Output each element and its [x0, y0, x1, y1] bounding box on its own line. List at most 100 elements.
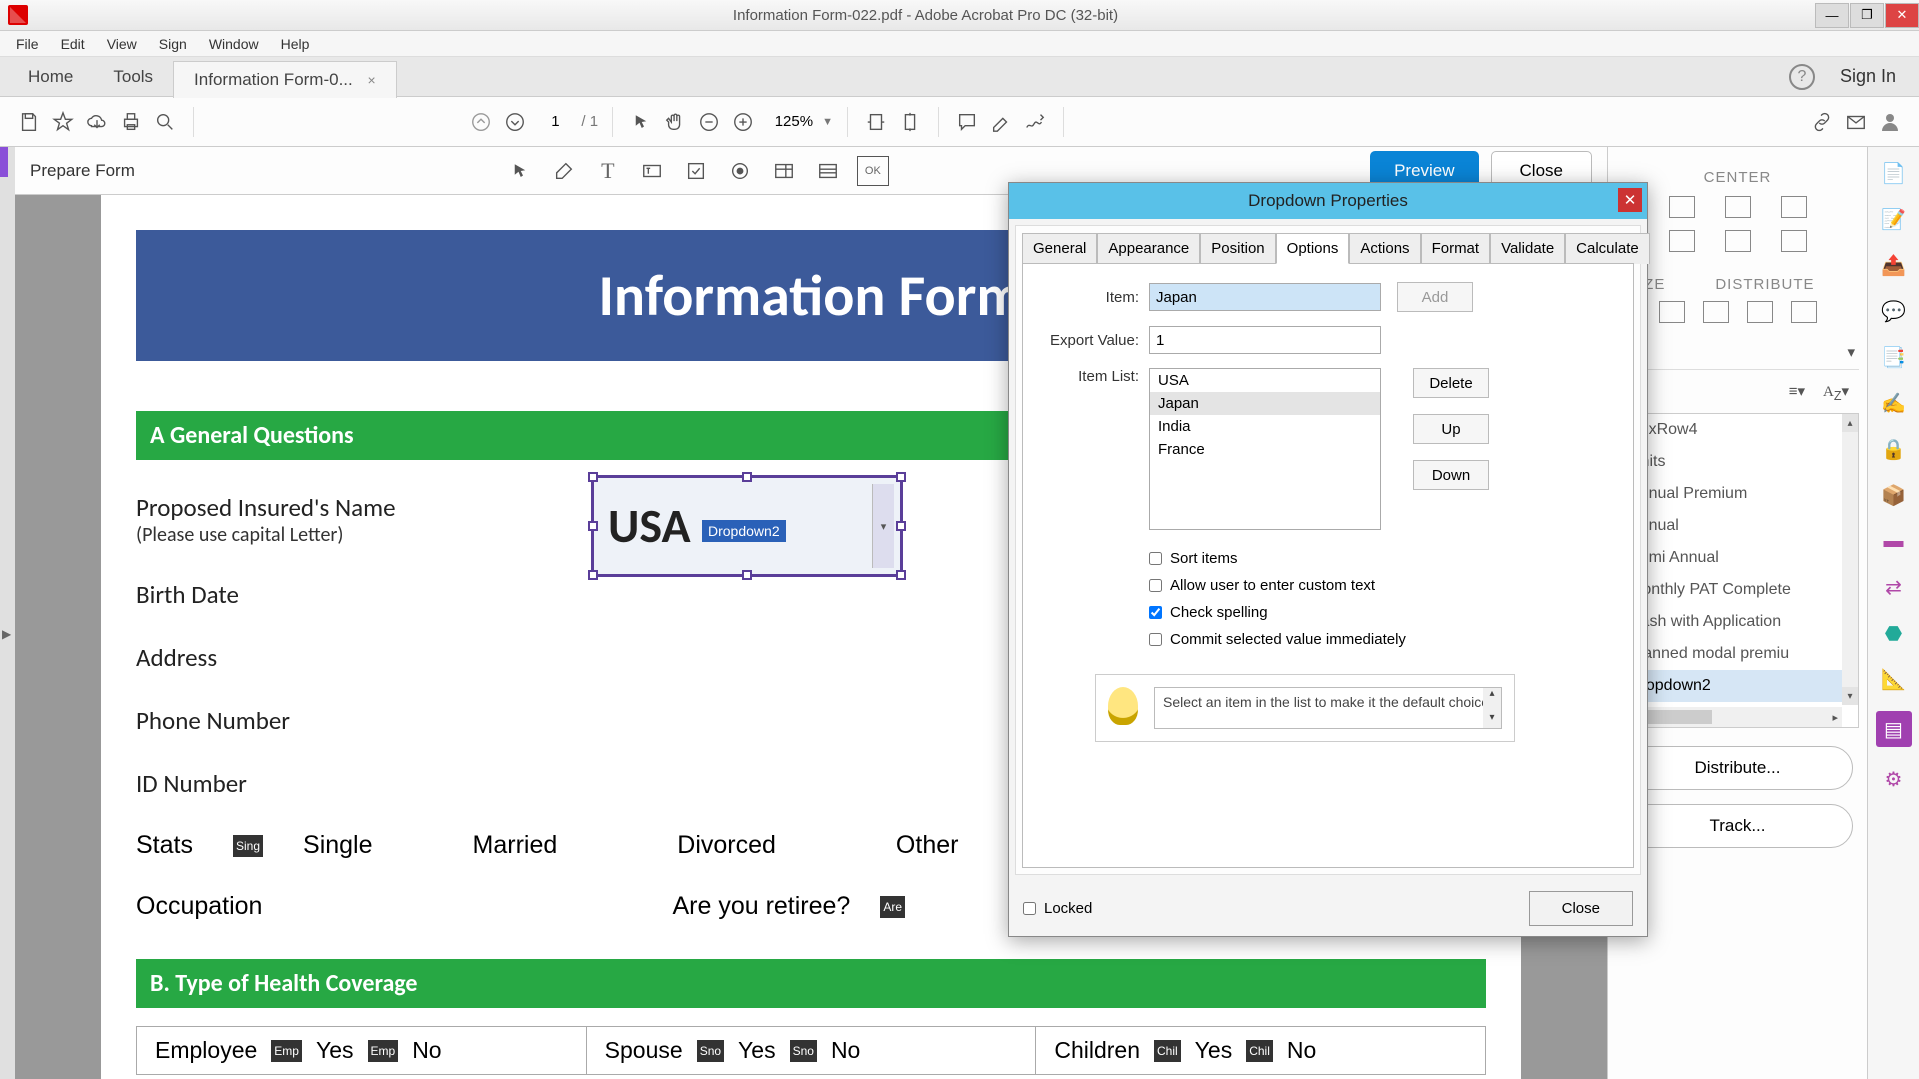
field-item[interactable]: Annual Premium — [1617, 478, 1858, 510]
expand-left-icon[interactable]: ▶ — [2, 627, 11, 641]
sort-items-checkbox[interactable]: Sort items — [1149, 550, 1619, 567]
tool-compress-icon[interactable]: 📦 — [1880, 481, 1908, 509]
check-spelling-checkbox[interactable]: Check spelling — [1149, 604, 1619, 621]
page-number-input[interactable] — [535, 113, 575, 130]
dialog-title-bar[interactable]: Dropdown Properties ✕ — [1009, 183, 1647, 219]
field-item[interactable]: SexRow4 — [1617, 414, 1858, 446]
save-icon[interactable] — [15, 108, 43, 136]
resize-handle[interactable] — [588, 570, 598, 580]
comment-icon[interactable] — [953, 108, 981, 136]
export-value-input[interactable] — [1149, 326, 1381, 354]
menu-help[interactable]: Help — [271, 33, 320, 55]
selected-dropdown-field[interactable]: USA Dropdown2 ▾ — [591, 475, 903, 577]
link-icon[interactable] — [1808, 108, 1836, 136]
more-dropdown[interactable]: re ▾ — [1616, 335, 1859, 370]
field-dropdown-arrow-icon[interactable]: ▾ — [872, 484, 894, 568]
item-list[interactable]: USA Japan India France — [1149, 368, 1381, 530]
fit-page-icon[interactable] — [896, 108, 924, 136]
tool-create-pdf-icon[interactable]: 📄 — [1880, 159, 1908, 187]
tab-close-icon[interactable]: × — [368, 72, 376, 88]
hscroll-right-icon[interactable]: ▸ — [1828, 711, 1842, 724]
tab-tools[interactable]: Tools — [93, 59, 173, 95]
sort-menu-icon[interactable]: ≡▾ — [1789, 382, 1805, 403]
field-item[interactable]: Planned modal premiu — [1617, 638, 1858, 670]
menu-file[interactable]: File — [6, 33, 49, 55]
text-field-icon[interactable]: T — [593, 156, 623, 186]
dist-icon-2[interactable] — [1791, 301, 1817, 323]
resize-handle[interactable] — [588, 521, 598, 531]
resize-handle[interactable] — [742, 472, 752, 482]
resize-handle[interactable] — [588, 472, 598, 482]
search-icon[interactable] — [151, 108, 179, 136]
align-icon-2[interactable] — [1725, 196, 1751, 218]
tool-measure-icon[interactable]: 📐 — [1880, 665, 1908, 693]
field-badge-are[interactable]: Are — [880, 896, 905, 918]
field-badge-sp1[interactable]: Sno — [697, 1040, 724, 1062]
zoom-out-icon[interactable] — [695, 108, 723, 136]
print-icon[interactable] — [117, 108, 145, 136]
field-item[interactable]: Annual — [1617, 510, 1858, 542]
locked-checkbox[interactable]: Locked — [1023, 900, 1092, 917]
field-badge-ch2[interactable]: Chil — [1246, 1040, 1273, 1062]
tool-compare-icon[interactable]: ⇄ — [1880, 573, 1908, 601]
zoom-in-icon[interactable] — [729, 108, 757, 136]
down-button[interactable]: Down — [1413, 460, 1489, 490]
fields-vscrollbar[interactable]: ▴ ▾ — [1842, 414, 1858, 705]
dialog-close-icon[interactable]: ✕ — [1618, 188, 1642, 212]
list-item[interactable]: USA — [1150, 369, 1380, 392]
field-item[interactable]: Semi Annual — [1617, 542, 1858, 574]
minimize-button[interactable]: — — [1815, 3, 1849, 28]
hscroll-thumb[interactable] — [1637, 710, 1712, 724]
delete-button[interactable]: Delete — [1413, 368, 1489, 398]
left-nav-strip[interactable]: ▶ — [0, 147, 15, 1079]
checkbox-field-icon[interactable] — [681, 156, 711, 186]
tab-home[interactable]: Home — [8, 59, 93, 95]
edit-tool-icon[interactable] — [549, 156, 579, 186]
menu-window[interactable]: Window — [199, 33, 269, 55]
tool-edit-pdf-icon[interactable]: 📝 — [1880, 205, 1908, 233]
tool-redact-icon[interactable]: ▬ — [1880, 527, 1908, 555]
up-button[interactable]: Up — [1413, 414, 1489, 444]
maximize-button[interactable]: ❐ — [1850, 3, 1884, 28]
sort-az-icon[interactable]: AZ▾ — [1823, 382, 1849, 403]
item-input[interactable] — [1149, 283, 1381, 311]
commit-immediately-checkbox[interactable]: Commit selected value immediately — [1149, 631, 1619, 648]
sign-in-link[interactable]: Sign In — [1840, 66, 1896, 87]
help-icon[interactable]: ? — [1789, 64, 1815, 90]
tab-format[interactable]: Format — [1421, 233, 1491, 264]
align-icon-3[interactable] — [1781, 196, 1807, 218]
track-button[interactable]: Track... — [1623, 804, 1853, 848]
field-badge-ch1[interactable]: Chil — [1154, 1040, 1181, 1062]
list-item[interactable]: France — [1150, 438, 1380, 461]
align-icon-6[interactable] — [1781, 230, 1807, 252]
hint-scroll-down-icon[interactable]: ▾ — [1483, 712, 1501, 728]
button-field-icon[interactable]: OK — [857, 156, 889, 186]
tab-calculate[interactable]: Calculate — [1565, 233, 1650, 264]
size-icon-2[interactable] — [1703, 301, 1729, 323]
field-badge-sing[interactable]: Sing — [233, 835, 263, 857]
page-down-icon[interactable] — [501, 108, 529, 136]
list-item-selected[interactable]: Japan — [1150, 392, 1380, 415]
field-item-selected[interactable]: Dropdown2 — [1617, 670, 1858, 702]
distribute-button[interactable]: Distribute... — [1623, 746, 1853, 790]
resize-handle[interactable] — [896, 570, 906, 580]
tool-comment-icon[interactable]: 💬 — [1880, 297, 1908, 325]
tab-general[interactable]: General — [1022, 233, 1097, 264]
resize-handle[interactable] — [742, 570, 752, 580]
tab-position[interactable]: Position — [1200, 233, 1275, 264]
tab-options[interactable]: Options — [1276, 233, 1350, 264]
add-button[interactable]: Add — [1397, 282, 1473, 312]
resize-handle[interactable] — [896, 521, 906, 531]
resize-handle[interactable] — [896, 472, 906, 482]
align-icon-1[interactable] — [1669, 196, 1695, 218]
radio-field-icon[interactable] — [725, 156, 755, 186]
scroll-up-icon[interactable]: ▴ — [1842, 414, 1858, 432]
window-close-button[interactable]: ✕ — [1885, 3, 1919, 28]
hint-scrollbar[interactable]: ▴ ▾ — [1483, 688, 1501, 728]
align-icon-4[interactable] — [1669, 230, 1695, 252]
tab-actions[interactable]: Actions — [1349, 233, 1420, 264]
select-tool-icon[interactable] — [505, 156, 535, 186]
list-field-icon[interactable] — [769, 156, 799, 186]
field-badge-emp1[interactable]: Emp — [271, 1040, 302, 1062]
dist-icon-1[interactable] — [1747, 301, 1773, 323]
